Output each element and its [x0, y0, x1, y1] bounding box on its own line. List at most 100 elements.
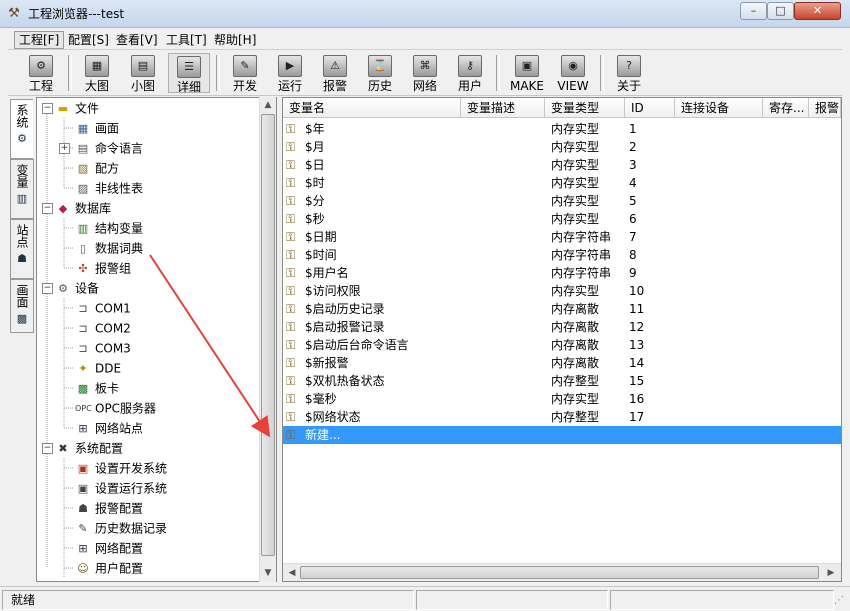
table-row[interactable]: ⚿ $访问权限 内存实型 10 — [283, 282, 841, 300]
small-icons-button[interactable]: ▤ 小图 — [122, 53, 164, 93]
tree-item-history-records[interactable]: ✎ 历史数据记录 — [75, 519, 167, 537]
column-header-id[interactable]: ID — [625, 98, 675, 118]
cell-id: 15 — [629, 374, 645, 388]
tree-item-database[interactable]: ◆ 数据库 — [55, 199, 111, 217]
tree-item-screens[interactable]: ▦ 画面 — [75, 119, 119, 137]
history-button[interactable]: ⌛ 历史 — [359, 53, 401, 93]
tree-item-devices[interactable]: ⚙ 设备 — [55, 279, 99, 297]
tree-item-network-station[interactable]: ⊞ 网络站点 — [75, 419, 143, 437]
tree-item-com2[interactable]: ⊐ COM2 — [75, 319, 130, 337]
tab-system[interactable]: 系统 ⚙ — [10, 99, 33, 159]
tab-screens[interactable]: 画面 ▩ — [10, 279, 34, 333]
menu-help[interactable]: 帮助[H] — [210, 32, 260, 48]
large-icons-button[interactable]: ▦ 大图 — [76, 53, 118, 93]
user-button[interactable]: ⚷ 用户 — [449, 53, 491, 93]
cell-id: 17 — [629, 410, 645, 424]
table-row[interactable]: ⚿ $秒 内存实型 6 — [283, 210, 841, 228]
column-header-register[interactable]: 寄存... — [763, 98, 809, 118]
scroll-left-arrow-icon[interactable]: ◀ — [284, 565, 300, 581]
tree-scrollbar[interactable]: ▲ ▼ — [259, 97, 276, 582]
column-header-name[interactable]: 变量名 — [283, 98, 461, 118]
tree-item-system-config[interactable]: ✖ 系统配置 — [55, 439, 123, 457]
scroll-thumb[interactable] — [261, 114, 275, 556]
develop-icon: ✎ — [233, 55, 257, 77]
table-row[interactable]: ⚿ $时 内存实型 4 — [283, 174, 841, 192]
table-row[interactable]: ⚿ $月 内存实型 2 — [283, 138, 841, 156]
tree-item-run-settings[interactable]: ▣ 设置运行系统 — [75, 479, 167, 497]
tree-item-opc[interactable]: OPC OPC服务器 — [75, 399, 156, 417]
tree-item-board[interactable]: ▩ 板卡 — [75, 379, 119, 397]
variable-icon: ⚿ — [286, 158, 296, 172]
collapse-toggle[interactable]: − — [42, 203, 53, 214]
close-button[interactable]: ✕ — [794, 2, 841, 20]
tree-item-alarm-config[interactable]: ☗ 报警配置 — [75, 499, 143, 517]
tree-item-alarm-group[interactable]: ✣ 报警组 — [75, 259, 131, 277]
tree-item-recipe[interactable]: ▧ 配方 — [75, 159, 119, 177]
table-row[interactable]: ⚿ $分 内存实型 5 — [283, 192, 841, 210]
status-bar: 就绪 ⋰ — [0, 586, 850, 611]
table-row[interactable]: ⚿ $时间 内存字符串 8 — [283, 246, 841, 264]
cell-name: $日期 — [305, 230, 337, 244]
scroll-up-arrow-icon[interactable]: ▲ — [260, 97, 276, 113]
table-row[interactable]: ⚿ $毫秒 内存实型 16 — [283, 390, 841, 408]
variable-icon: ⚿ — [286, 392, 296, 406]
table-row[interactable]: ⚿ $日期 内存字符串 7 — [283, 228, 841, 246]
network-button[interactable]: ⌘ 网络 — [404, 53, 446, 93]
column-header-alarm[interactable]: 报警 — [809, 98, 841, 118]
tree-item-data-dictionary[interactable]: ▯ 数据词典 — [75, 239, 143, 257]
resize-grip-icon[interactable]: ⋰ — [834, 595, 844, 606]
new-variable-row[interactable]: ⚿ 新建... — [283, 426, 841, 444]
menu-view[interactable]: 查看[V] — [112, 32, 162, 48]
tree-item-dev-settings[interactable]: ▣ 设置开发系统 — [75, 459, 167, 477]
tree-item-nonlinear[interactable]: ▨ 非线性表 — [75, 179, 143, 197]
menu-tools[interactable]: 工具[T] — [162, 32, 211, 48]
make-button[interactable]: ▣ MAKE — [506, 53, 548, 93]
table-row[interactable]: ⚿ $启动历史记录 内存离散 11 — [283, 300, 841, 318]
collapse-toggle[interactable]: − — [42, 443, 53, 454]
view-button[interactable]: ◉ VIEW — [552, 53, 594, 93]
scroll-thumb[interactable] — [300, 566, 819, 579]
tree-item-com1[interactable]: ⊐ COM1 — [75, 299, 130, 317]
project-button[interactable]: ⚙ 工程 — [20, 53, 62, 93]
minimize-button[interactable]: – — [740, 2, 767, 20]
collapse-toggle[interactable]: − — [42, 283, 53, 294]
cell-type: 内存实型 — [551, 392, 600, 406]
tree-item-com3[interactable]: ⊐ COM3 — [75, 339, 130, 357]
scroll-right-arrow-icon[interactable]: ▶ — [823, 565, 839, 581]
cell-type: 内存字符串 — [551, 230, 612, 244]
tree-item-file[interactable]: ▬ 文件 — [55, 99, 99, 117]
tree-item-struct-vars[interactable]: ▥ 结构变量 — [75, 219, 143, 237]
table-row[interactable]: ⚿ $启动报警记录 内存离散 12 — [283, 318, 841, 336]
column-header-description[interactable]: 变量描述 — [461, 98, 545, 118]
expand-toggle[interactable]: + — [59, 143, 70, 154]
menu-bar: 工程[F] 配置[S] 查看[V] 工具[T] 帮助[H] — [8, 30, 842, 50]
table-row[interactable]: ⚿ $启动后台命令语言 内存离散 13 — [283, 336, 841, 354]
about-button[interactable]: ? 关于 — [608, 53, 650, 93]
table-row[interactable]: ⚿ $用户名 内存字符串 9 — [283, 264, 841, 282]
run-button[interactable]: ▶ 运行 — [269, 53, 311, 93]
tab-stations[interactable]: 站点 ☗ — [10, 219, 34, 279]
database-icon: ◆ — [58, 201, 68, 215]
tree-item-dde[interactable]: ✦ DDE — [75, 359, 121, 377]
table-row[interactable]: ⚿ $双机热备状态 内存整型 15 — [283, 372, 841, 390]
table-row[interactable]: ⚿ $新报警 内存离散 14 — [283, 354, 841, 372]
tab-variables[interactable]: 变量 ▥ — [10, 159, 34, 219]
collapse-toggle[interactable]: − — [42, 103, 53, 114]
tree-item-network-config[interactable]: ⊞ 网络配置 — [75, 539, 143, 557]
cell-name: $日 — [305, 158, 325, 172]
table-row[interactable]: ⚿ $网络状态 内存整型 17 — [283, 408, 841, 426]
column-header-device[interactable]: 连接设备 — [675, 98, 763, 118]
tree-item-user-config[interactable]: ☺ 用户配置 — [75, 559, 143, 577]
menu-config[interactable]: 配置[S] — [64, 32, 113, 48]
list-horizontal-scrollbar[interactable]: ◀ ▶ — [283, 563, 841, 581]
details-button[interactable]: ☰ 详细 — [168, 53, 210, 94]
menu-project[interactable]: 工程[F] — [14, 31, 65, 49]
table-row[interactable]: ⚿ $年 内存实型 1 — [283, 120, 841, 138]
column-header-type[interactable]: 变量类型 — [545, 98, 625, 118]
maximize-button[interactable]: □ — [767, 2, 794, 20]
tree-item-commands[interactable]: ▤ 命令语言 — [75, 139, 143, 157]
alarm-button[interactable]: ⚠ 报警 — [314, 53, 356, 93]
develop-button[interactable]: ✎ 开发 — [224, 53, 266, 93]
scroll-down-arrow-icon[interactable]: ▼ — [260, 565, 276, 581]
table-row[interactable]: ⚿ $日 内存实型 3 — [283, 156, 841, 174]
